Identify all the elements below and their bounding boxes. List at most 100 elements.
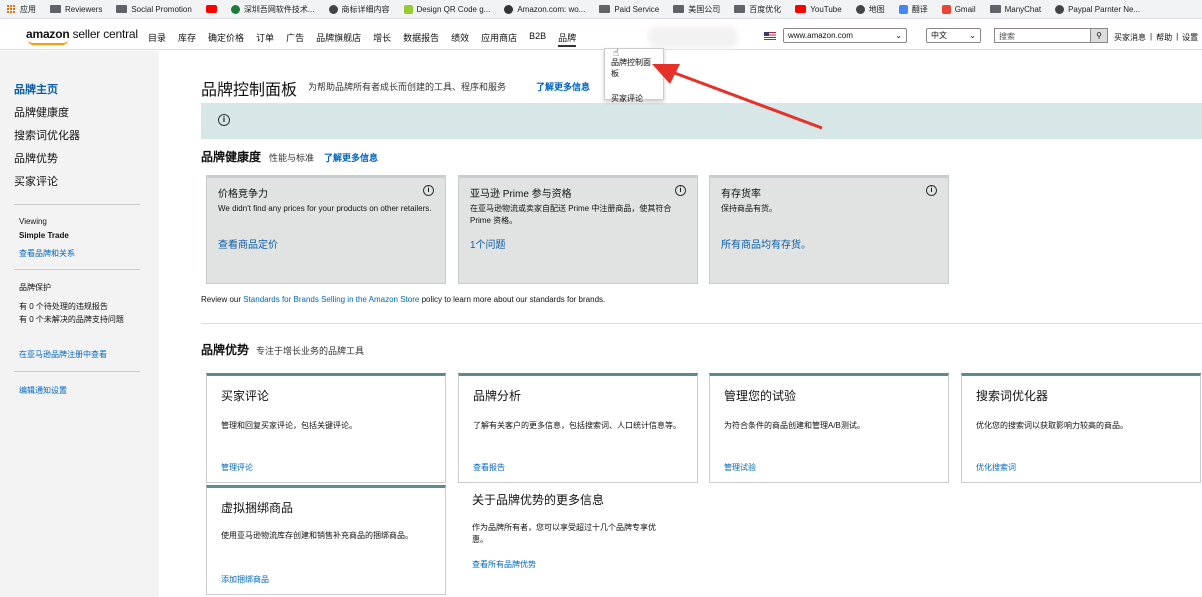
sidebar-item-customer-reviews[interactable]: 买家评论 [14,173,58,189]
menu-appstore[interactable]: 应用商店 [481,31,517,47]
bookmark-label: 地图 [868,4,885,14]
card-top-line [710,176,948,178]
view-all-benefits-link[interactable]: 查看所有品牌优势 [472,559,662,570]
feature-card-link[interactable]: 管理试验 [724,462,756,473]
marketplace-select[interactable]: www.amazon.com ⌄ [783,28,907,43]
bookmark-qr[interactable]: Design QR Code g... [397,4,498,14]
feature-card-desc: 管理和回复买家评论，包括关键评论。 [221,421,357,430]
view-in-brand-registry-link[interactable]: 在亚马逊品牌注册中查看 [19,349,107,360]
bookmark-social-promotion[interactable]: Social Promotion [109,5,198,14]
brand-benefits-subtitle: 专注于增长业务的品牌工具 [256,346,365,356]
menu-b2b[interactable]: B2B [529,31,546,47]
site-icon [230,4,240,14]
metric-card-title: 亚马逊 Prime 参与资格 [470,189,572,200]
metric-card-prime-eligibility[interactable]: 亚马逊 Prime 参与资格 i 在亚马逊物流或卖家自配送 Prime 中注册商… [458,175,698,284]
bookmark-map[interactable]: 地图 [849,4,892,15]
feature-card-virtual-bundles: 虚拟捆绑商品 使用亚马逊物流库存创建和销售补充商品的捆绑商品。 添加捆绑商品 [206,485,446,595]
feature-card-link[interactable]: 优化搜索词 [976,462,1016,473]
feature-card-link[interactable]: 查看报告 [473,462,505,473]
bookmark-label: Amazon.com: wo... [517,4,586,14]
info-icon[interactable]: i [675,185,686,196]
bookmark-gmail[interactable]: Gmail [935,4,983,14]
bookmark-paypal[interactable]: Paypal Parnter Ne... [1048,4,1147,14]
menu-brands[interactable]: 品牌 [558,31,577,47]
feature-card-link[interactable]: 添加捆绑商品 [221,574,269,585]
language-select[interactable]: 中文 ⌄ [926,28,981,43]
menu-stores[interactable]: 品牌旗舰店 [316,31,361,47]
menu-performance[interactable]: 绩效 [451,31,469,47]
menu-pricing[interactable]: 确定价格 [208,31,244,47]
globe-icon [855,4,865,14]
search-button[interactable]: ⚲ [1090,28,1108,43]
brand-health-learn-more-link[interactable]: 了解更多信息 [324,151,378,164]
menu-advertising[interactable]: 广告 [286,31,304,47]
bookmark-youtube[interactable]: YouTube [788,5,848,14]
metric-card-value-link[interactable]: 所有商品均有存货。 [721,236,811,251]
bookmark-apps[interactable]: 应用 [0,4,43,15]
review-prefix: Review our [201,295,244,304]
divider: | [1176,32,1179,41]
standards-link[interactable]: Standards for Brands Selling in the Amaz… [243,295,419,304]
menu-reports[interactable]: 数据报告 [403,31,439,47]
bookmark-shenzhen[interactable]: 深圳吾网软件技术... [224,4,322,15]
bookmark-label: Paid Service [614,4,660,14]
more-benefits-desc: 作为品牌所有者，您可以享受超过十几个品牌专享优惠。 [472,523,656,544]
info-icon[interactable]: i [423,185,434,196]
bookmark-label: ManyChat [1004,4,1042,14]
translate-icon [898,4,908,14]
sidebar: 品牌主页 品牌健康度 搜索词优化器 品牌优势 买家评论 Viewing Simp… [0,51,159,597]
bookmark-us-company[interactable]: 美国公司 [666,4,727,15]
learn-more-link[interactable]: 了解更多信息 [536,80,590,93]
folder-icon [673,5,685,13]
metric-card-in-stock-rate[interactable]: 有存货率 i 保持商品有货。 所有商品均有存货。 [709,175,949,284]
feature-card-manage-experiments: 管理您的试验 为符合条件的商品创建和管理A/B测试。 管理试验 [709,373,949,483]
menu-growth[interactable]: 增长 [373,31,391,47]
help-link[interactable]: 帮助 [1156,32,1172,43]
card-top-line [207,176,445,178]
bookmark-translate[interactable]: 翻译 [892,4,935,15]
bookmark-youtube-short[interactable] [199,5,224,13]
card-top-line [459,176,697,178]
sidebar-item-search-optimizer[interactable]: 搜索词优化器 [14,127,80,143]
feature-card-link[interactable]: 管理评论 [221,462,253,473]
bookmarks-bar: 应用 Reviewers Social Promotion 深圳吾网软件技术..… [0,0,1202,19]
feature-card-desc: 优化您的搜索词以获取影响力较高的商品。 [976,421,1128,430]
bookmark-amazon[interactable]: Amazon.com: wo... [497,4,592,14]
metric-card-price-competitiveness[interactable]: 价格竞争力 i We didn't find any prices for yo… [206,175,446,284]
feature-card-title: 搜索词优化器 [976,389,1049,403]
logo-main: amazon [26,27,70,41]
edit-notification-settings-link[interactable]: 编辑通知设置 [19,385,67,396]
dropdown-item-brand-dashboard[interactable]: 品牌控制面板 [611,57,657,79]
bookmark-manychat[interactable]: ManyChat [983,5,1048,14]
bookmark-baidu[interactable]: 百度优化 [727,4,788,15]
divider: | [1150,32,1153,41]
search-input[interactable]: 搜索 [994,28,1090,43]
metric-card-desc: We didn't find any prices for your produ… [218,204,432,213]
metric-card-value-link[interactable]: 查看商品定价 [218,236,278,251]
feature-card-desc: 为符合条件的商品创建和管理A/B测试。 [724,421,865,430]
metric-card-desc: 保持商品有货。 [721,204,777,213]
bookmark-trademark[interactable]: 商标详细内容 [322,4,397,15]
sidebar-divider [14,371,140,372]
info-icon[interactable]: i [926,185,937,196]
sidebar-item-brand-benefits[interactable]: 品牌优势 [14,150,58,166]
metric-card-value-link[interactable]: 1个问题 [470,236,506,251]
sidebar-item-brand-home[interactable]: 品牌主页 [14,81,58,97]
buyer-messages-link[interactable]: 买家消息 [1114,32,1146,43]
dropdown-item-customer-reviews[interactable]: 买家评论 [611,93,657,104]
info-banner: i [201,103,1202,139]
bookmark-label: Gmail [954,4,976,14]
feature-card-desc: 使用亚马逊物流库存创建和销售补充商品的捆绑商品。 [221,531,413,540]
bookmark-paid-service[interactable]: Paid Service [592,5,666,14]
sidebar-item-brand-health[interactable]: 品牌健康度 [14,104,69,120]
settings-link[interactable]: 设置 [1182,32,1198,43]
globe-icon [1055,4,1065,14]
bookmark-label: Design QR Code g... [416,4,491,14]
bookmark-reviewers[interactable]: Reviewers [43,5,109,14]
menu-inventory[interactable]: 库存 [178,31,196,47]
feature-card-brand-analytics: 品牌分析 了解有关客户的更多信息，包括搜索词、人口统计信息等。 查看报告 [458,373,698,483]
view-brand-relations-link[interactable]: 查看品牌和关系 [19,248,75,259]
menu-catalog[interactable]: 目录 [148,31,166,47]
menu-orders[interactable]: 订单 [256,31,274,47]
amazon-seller-central-logo[interactable]: amazon seller central [26,27,138,45]
